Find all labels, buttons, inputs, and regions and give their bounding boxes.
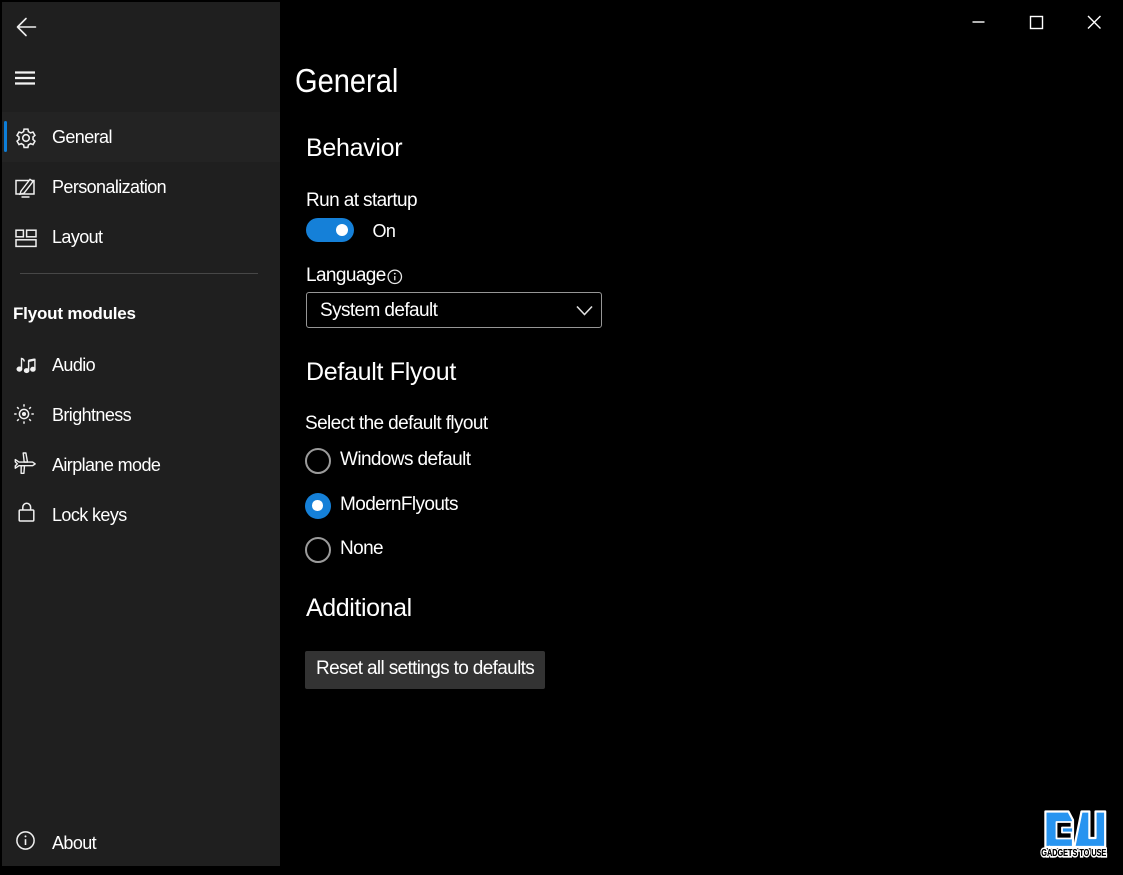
svg-text:GADGETS TO USE: GADGETS TO USE [1041, 848, 1106, 859]
